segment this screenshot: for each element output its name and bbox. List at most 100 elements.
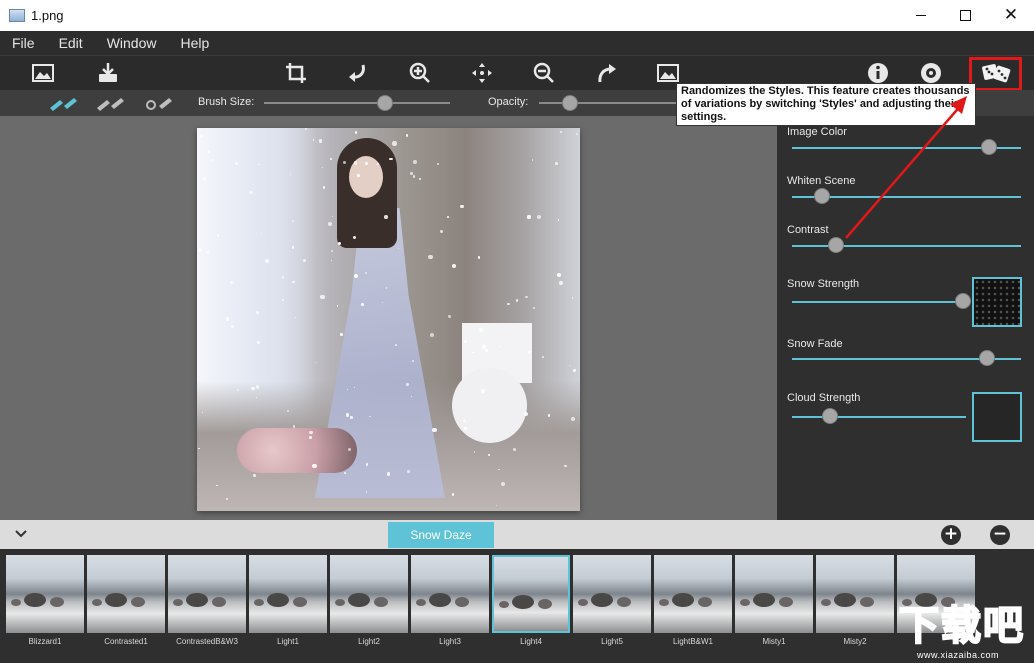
undo-button[interactable] [343, 59, 373, 87]
brush-erase-icon[interactable] [93, 94, 129, 112]
snowflake [571, 416, 575, 421]
snowflake [234, 161, 238, 165]
canvas-area [0, 116, 777, 520]
snowflake [255, 396, 257, 398]
thumbnail-sheep [455, 597, 469, 607]
snowflake [255, 385, 259, 389]
snowflake [207, 151, 210, 154]
contrast-knob[interactable] [827, 237, 844, 253]
style-thumbnail-item[interactable]: Light1 [249, 553, 327, 653]
pan-button[interactable] [467, 59, 497, 87]
opacity-slider[interactable] [539, 102, 679, 104]
style-thumbnail-item[interactable]: Light3 [411, 553, 489, 653]
style-category-tab[interactable]: Snow Daze [388, 522, 494, 548]
style-thumbnail-image [573, 555, 651, 633]
adjustments-panel: Image Color Whiten Scene Contrast Snow S… [777, 116, 1034, 520]
snowflake [309, 430, 313, 435]
photo-preview[interactable] [197, 128, 580, 511]
menu-window[interactable]: Window [107, 35, 157, 51]
move-icon [472, 63, 492, 83]
style-thumbnail-item[interactable]: Light5 [573, 553, 651, 653]
opacity-label: Opacity: [488, 96, 529, 108]
thumbnail-sheep [617, 597, 631, 607]
style-thumbnail-item[interactable]: Light4 [492, 553, 570, 653]
snowflake [303, 259, 306, 262]
style-thumbnail-image [492, 555, 570, 633]
param-label-whiten-scene: Whiten Scene [787, 175, 856, 187]
snowflake [568, 364, 570, 366]
highlight-box [969, 57, 1022, 91]
menu-edit[interactable]: Edit [59, 35, 83, 51]
watermark: 下载吧 www.xiazaiba.com [893, 603, 1034, 663]
chevron-down-icon [15, 530, 27, 538]
snowflake [555, 161, 559, 165]
style-thumbnail-image [735, 555, 813, 633]
snowflake [383, 215, 388, 219]
brush-size-slider[interactable] [264, 102, 450, 104]
style-thumbnail-label: Blizzard1 [28, 637, 62, 646]
snowflake [357, 173, 361, 177]
cloud-texture-thumbnail[interactable] [972, 392, 1022, 442]
cloud-strength-slider[interactable] [792, 416, 966, 418]
snowflake [512, 448, 516, 452]
snow-texture-thumbnail[interactable] [972, 277, 1022, 327]
snowflake [281, 276, 285, 279]
style-thumbnail-image [330, 555, 408, 633]
contrast-slider[interactable] [792, 245, 1021, 247]
snowflake [536, 215, 541, 220]
brush-reset-icon[interactable] [143, 94, 179, 112]
style-thumbnail-label: Misty1 [762, 637, 786, 646]
menu-file[interactable]: File [12, 35, 35, 51]
snow-fade-knob[interactable] [978, 350, 995, 366]
snowflake [322, 186, 326, 190]
style-thumbnail-item[interactable]: LightB&W1 [654, 553, 732, 653]
zoom-in-button[interactable] [405, 59, 435, 87]
style-thumbnail-image [816, 555, 894, 633]
title-bar: 1.png ✕ [0, 0, 1034, 31]
style-thumbnail-item[interactable]: ContrastedB&W3 [168, 553, 246, 653]
snowflake [541, 355, 544, 358]
snowflake [202, 177, 206, 181]
style-thumbnail-item[interactable]: Blizzard1 [6, 553, 84, 653]
minimize-button[interactable] [898, 0, 944, 31]
thumbnail-sheep [173, 599, 183, 606]
redo-button[interactable] [591, 59, 621, 87]
collapse-button[interactable] [12, 526, 30, 542]
style-thumbnail-item[interactable]: Contrasted1 [87, 553, 165, 653]
image-color-knob[interactable] [980, 139, 997, 155]
brush-size-knob[interactable] [376, 95, 393, 111]
style-thumbnail-item[interactable]: Light2 [330, 553, 408, 653]
thumbnail-sheep [254, 599, 264, 606]
snowflake [410, 171, 413, 175]
cloud-strength-knob[interactable] [822, 408, 839, 424]
snowflake [463, 419, 466, 422]
crop-button[interactable] [281, 59, 311, 87]
maximize-button[interactable] [942, 0, 988, 31]
image-icon [657, 64, 679, 82]
brush-paint-icon[interactable] [46, 94, 82, 112]
snow-strength-knob[interactable] [954, 293, 971, 309]
thumbnail-sheep [672, 593, 694, 607]
menu-help[interactable]: Help [180, 35, 209, 51]
open-image-button[interactable] [28, 59, 58, 87]
thumbnail-sheep [538, 599, 552, 609]
opacity-knob[interactable] [561, 95, 578, 111]
close-icon: ✕ [1003, 5, 1019, 25]
style-thumbnail-item[interactable]: Misty1 [735, 553, 813, 653]
snowflake [331, 249, 333, 252]
close-button[interactable]: ✕ [988, 0, 1034, 31]
snowflake [347, 447, 351, 451]
save-image-button[interactable] [93, 59, 123, 87]
snow-strength-slider[interactable] [792, 301, 966, 303]
remove-style-button[interactable]: − [990, 525, 1010, 545]
whiten-scene-knob[interactable] [813, 188, 830, 204]
add-style-button[interactable]: + [941, 525, 961, 545]
thumbnail-sheep [860, 597, 874, 607]
thumbnail-sheep [293, 597, 307, 607]
style-thumbnail-item[interactable]: Misty2 [816, 553, 894, 653]
save-icon [99, 63, 117, 82]
snowflake [557, 273, 562, 278]
style-thumbnail-image [87, 555, 165, 633]
zoom-out-button[interactable] [529, 59, 559, 87]
style-bar: Snow Daze + − [0, 520, 1034, 549]
